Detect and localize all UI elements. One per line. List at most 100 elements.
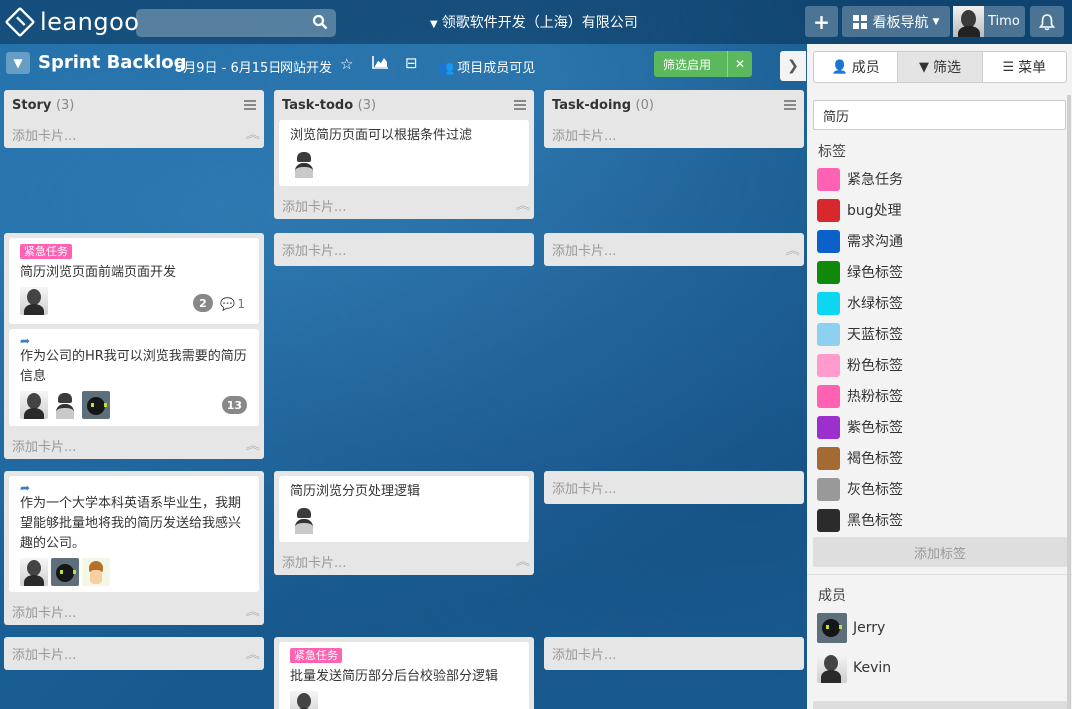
label-filter-item[interactable]: 灰色标签: [817, 476, 903, 502]
card[interactable]: 紧急任务 简历浏览页面前端页面开发 2 💬 1: [9, 238, 259, 324]
list-title[interactable]: Story (3): [12, 98, 74, 113]
members-section-title: 成员: [818, 588, 846, 604]
project-name[interactable]: 网站开发: [280, 57, 332, 76]
notification-button[interactable]: [1030, 6, 1064, 37]
label-filter-item[interactable]: 绿色标签: [817, 259, 903, 285]
card[interactable]: 简历浏览分页处理逻辑: [279, 476, 529, 542]
chevron-up-icon[interactable]: ︽: [516, 553, 530, 569]
board-nav-button[interactable]: 看板导航 ▼: [842, 6, 950, 37]
chevron-up-icon[interactable]: ︽: [516, 197, 530, 213]
tab-members[interactable]: 👤 成员: [814, 52, 899, 82]
visibility-toggle[interactable]: 👥 项目成员可见: [438, 57, 535, 76]
labels-section-title: 标签: [818, 144, 846, 160]
chevron-up-icon[interactable]: ︽: [246, 646, 260, 662]
count-badge: 13: [221, 396, 247, 414]
add-card-button[interactable]: 添加卡片... ︽: [544, 233, 804, 266]
story-swimlane-cell: 紧急任务 简历浏览页面前端页面开发 2 💬 1 ➦ 作为公司的HR我可以浏览我需要…: [4, 233, 264, 459]
sprint-date-range[interactable]: 6月9日 - 6月15日: [175, 57, 281, 76]
board-title[interactable]: Sprint Backlog: [38, 52, 187, 73]
grid-icon: [852, 14, 867, 29]
label-filter-item[interactable]: 黑色标签: [817, 507, 903, 533]
menu-icon[interactable]: [244, 100, 256, 110]
chevron-up-icon[interactable]: ︽: [786, 242, 800, 258]
label-filter-item[interactable]: 粉色标签: [817, 352, 903, 378]
leangoo-logo-icon: [4, 6, 36, 38]
label-filter-item[interactable]: 热粉标签: [817, 383, 903, 409]
add-card-button[interactable]: 添加卡片...: [544, 471, 804, 504]
bell-icon: [1038, 13, 1056, 30]
add-card-button[interactable]: 添加卡片... ︽: [274, 547, 534, 575]
label-filter-item[interactable]: 褐色标签: [817, 445, 903, 471]
tab-filter[interactable]: ▼ 筛选: [898, 52, 983, 82]
search-input[interactable]: [136, 9, 336, 37]
member-name: Jerry: [853, 620, 886, 636]
star-icon[interactable]: ☆: [340, 55, 353, 73]
plus-icon: +: [813, 9, 830, 34]
add-card-button[interactable]: 添加卡片... ︽: [4, 120, 264, 148]
menu-icon[interactable]: [784, 100, 796, 110]
menu-icon[interactable]: [514, 100, 526, 110]
menu-icon: ☰: [1002, 59, 1015, 75]
list-task-todo: Task-todo (3) 浏览简历页面可以根据条件过滤 添加卡片... ︽: [274, 90, 534, 219]
member-row[interactable]: Jerry: [817, 613, 885, 643]
add-card-button[interactable]: 添加卡片... ︽: [4, 431, 264, 459]
filter-enabled-button[interactable]: 筛选启用 ✕: [654, 51, 752, 77]
collapse-panel-button[interactable]: ❯: [780, 51, 806, 81]
add-card-button[interactable]: 添加卡片... ︽: [4, 637, 264, 670]
card-title: 简历浏览页面前端页面开发: [20, 265, 177, 280]
label-filter-item[interactable]: 水绿标签: [817, 290, 903, 316]
card-title: 作为公司的HR我可以浏览我需要的简历信息: [20, 349, 247, 384]
add-card-button[interactable]: 添加卡片...: [544, 637, 804, 670]
count-badge: 2: [193, 294, 213, 312]
chart-icon[interactable]: [372, 55, 389, 73]
collapse-icon[interactable]: ⊟: [405, 54, 418, 72]
label-filter-item[interactable]: bug处理: [817, 197, 902, 223]
board-nav-label: 看板导航: [872, 14, 929, 31]
search-icon[interactable]: [312, 14, 328, 30]
card[interactable]: 浏览简历页面可以根据条件过滤: [279, 120, 529, 186]
card[interactable]: ➦ 作为一个大学本科英语系毕业生，我期望能够批量地将我的简历发送给我感兴趣的公司…: [9, 476, 259, 592]
label-swatch: [817, 229, 840, 253]
tab-menu[interactable]: ☰ 菜单: [983, 52, 1066, 82]
add-button[interactable]: +: [805, 6, 838, 37]
add-card-button[interactable]: 添加卡片... ︽: [274, 191, 534, 219]
org-name: 领歌软件开发（上海）有限公司: [441, 15, 638, 31]
add-card-button[interactable]: 添加卡片... ︽: [4, 597, 264, 625]
avatar: [51, 391, 79, 419]
add-card-button[interactable]: 添加卡片...: [544, 120, 804, 148]
label-filter-item[interactable]: 紧急任务: [817, 166, 903, 192]
label-name: 粉色标签: [847, 358, 903, 374]
label-name: 绿色标签: [847, 265, 903, 281]
add-card-button[interactable]: 添加卡片...: [274, 233, 534, 266]
label-name: 水绿标签: [847, 296, 903, 312]
label-filter-item[interactable]: 紫色标签: [817, 414, 903, 440]
chevron-up-icon[interactable]: ︽: [246, 603, 260, 619]
filter-search-input[interactable]: [813, 100, 1066, 130]
logo[interactable]: leangoo: [4, 6, 139, 38]
chevron-up-icon[interactable]: ︽: [246, 126, 260, 142]
card-title: 作为一个大学本科英语系毕业生，我期望能够批量地将我的简历发送给我感兴趣的公司。: [20, 496, 242, 551]
chevron-up-icon[interactable]: ︽: [246, 437, 260, 453]
close-icon[interactable]: ✕: [727, 51, 752, 77]
avatar: [82, 391, 110, 419]
list-title[interactable]: Task-todo (3): [282, 98, 376, 113]
list-title[interactable]: Task-doing (0): [552, 98, 654, 113]
label-name: 天蓝标签: [847, 327, 903, 343]
board-menu-toggle[interactable]: ▼: [6, 52, 30, 74]
add-label-button[interactable]: 添加标签: [813, 537, 1067, 567]
card[interactable]: ➦ 作为公司的HR我可以浏览我需要的简历信息 13: [9, 329, 259, 426]
label-filter-item[interactable]: 天蓝标签: [817, 321, 903, 347]
org-switcher[interactable]: ▼ 领歌软件开发（上海）有限公司: [430, 12, 638, 32]
chevron-right-icon: ❯: [787, 58, 799, 74]
label-name: 紧急任务: [847, 172, 903, 188]
label-filter-item[interactable]: 需求沟通: [817, 228, 903, 254]
user-menu[interactable]: Timo: [953, 6, 1025, 37]
avatar: [51, 558, 79, 586]
visibility-label: 项目成员可见: [457, 61, 536, 76]
card-title: 批量发送简历部分后台校验部分逻辑: [290, 669, 499, 684]
label-swatch: [817, 508, 840, 532]
panel-scrollbar[interactable]: [1067, 95, 1071, 709]
card[interactable]: 紧急任务 批量发送简历部分后台校验部分逻辑: [279, 642, 529, 709]
avatar: [953, 6, 984, 37]
member-row[interactable]: Kevin: [817, 653, 891, 683]
